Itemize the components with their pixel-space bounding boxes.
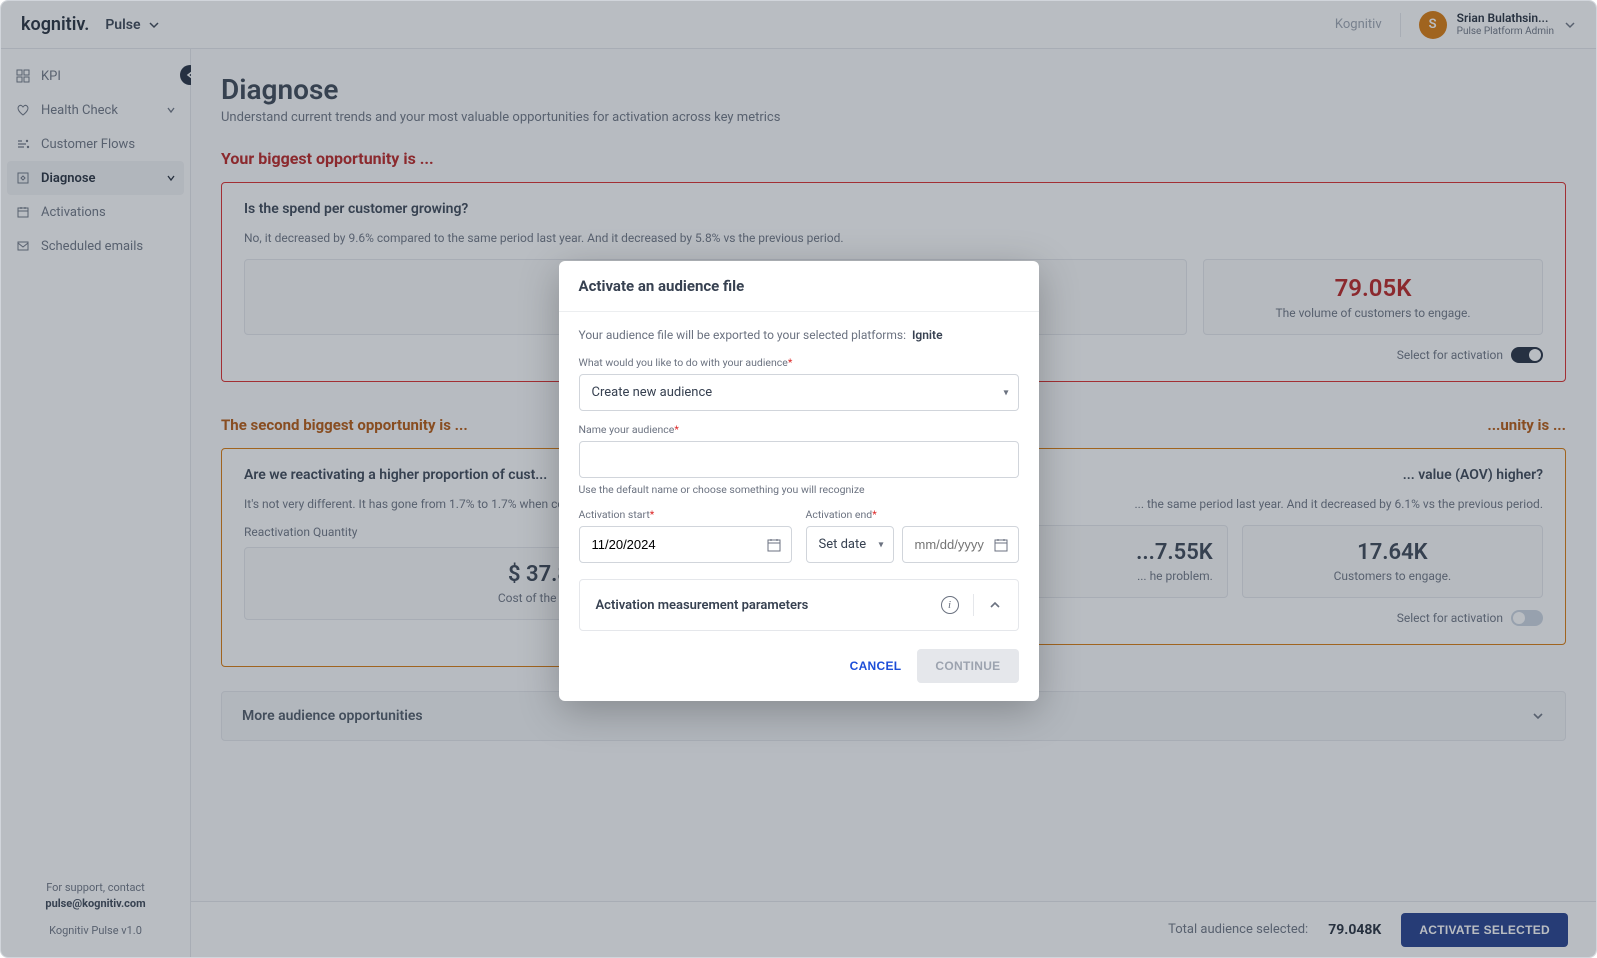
activation-end-input[interactable] bbox=[902, 526, 1019, 563]
audience-name-label: Name your audience* bbox=[579, 423, 1019, 436]
activation-start-input[interactable] bbox=[579, 526, 792, 563]
activation-start-label: Activation start* bbox=[579, 508, 792, 521]
continue-button[interactable]: CONTINUE bbox=[917, 649, 1018, 683]
chevron-up-icon[interactable] bbox=[988, 598, 1002, 612]
audience-name-help: Use the default name or choose something… bbox=[579, 483, 1019, 496]
cancel-button[interactable]: CANCEL bbox=[850, 659, 902, 673]
activate-audience-modal: Activate an audience file Your audience … bbox=[559, 261, 1039, 701]
info-icon[interactable]: i bbox=[941, 596, 959, 614]
audience-name-input[interactable] bbox=[579, 441, 1019, 478]
divider bbox=[973, 594, 974, 616]
audience-action-label: What would you like to do with your audi… bbox=[579, 356, 1019, 369]
measurement-parameters-panel[interactable]: Activation measurement parameters i bbox=[579, 579, 1019, 631]
audience-action-select[interactable]: Create new audience bbox=[579, 374, 1019, 411]
activation-end-mode-select[interactable]: Set date bbox=[806, 526, 894, 563]
activation-end-label: Activation end* bbox=[806, 508, 1019, 521]
modal-export-text: Your audience file will be exported to y… bbox=[579, 328, 1019, 342]
modal-title: Activate an audience file bbox=[559, 261, 1039, 312]
modal-overlay[interactable]: Activate an audience file Your audience … bbox=[1, 1, 1596, 957]
